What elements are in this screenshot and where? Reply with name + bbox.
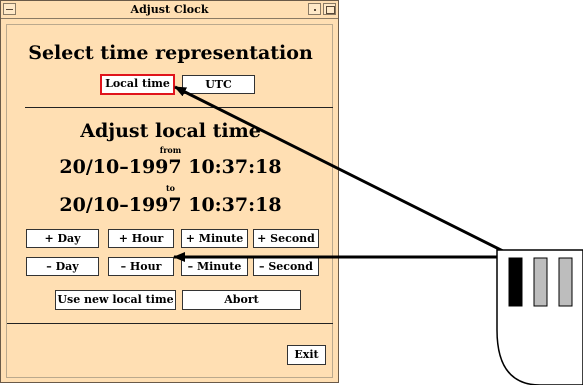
utc-button[interactable]: UTC (182, 75, 255, 94)
input-device-icon (496, 249, 583, 385)
adjust-clock-window: Adjust Clock Select time representation … (0, 0, 339, 383)
adjust-heading: Adjust local time (80, 120, 261, 142)
use-new-local-time-button[interactable]: Use new local time (55, 290, 176, 310)
minus-minute-button[interactable]: – Minute (181, 257, 248, 276)
window-title: Adjust Clock (130, 3, 209, 16)
minus-hour-button[interactable]: – Hour (108, 257, 174, 276)
from-datetime: 20/10–1997 10:37:18 (59, 156, 282, 178)
plus-hour-button[interactable]: + Hour (108, 229, 174, 248)
separator-top (25, 107, 333, 108)
title-bar[interactable]: Adjust Clock (1, 1, 338, 19)
separator-bottom (7, 323, 333, 324)
representation-heading: Select time representation (28, 42, 313, 64)
to-label: to (165, 183, 176, 193)
gray-key (558, 257, 573, 307)
local-time-button[interactable]: Local time (100, 74, 175, 95)
to-datetime: 20/10–1997 10:37:18 (59, 194, 282, 216)
maximize-button[interactable] (323, 3, 336, 15)
exit-button[interactable]: Exit (287, 345, 326, 365)
plus-minute-button[interactable]: + Minute (181, 229, 248, 248)
minus-day-button[interactable]: – Day (26, 257, 99, 276)
abort-button[interactable]: Abort (182, 290, 301, 310)
black-key (508, 257, 523, 307)
from-label: from (159, 145, 182, 155)
plus-second-button[interactable]: + Second (253, 229, 319, 248)
plus-day-button[interactable]: + Day (26, 229, 99, 248)
window-menu-button[interactable] (3, 3, 16, 15)
gray-key (533, 257, 548, 307)
minus-second-button[interactable]: – Second (253, 257, 319, 276)
minimize-button[interactable] (308, 3, 321, 15)
